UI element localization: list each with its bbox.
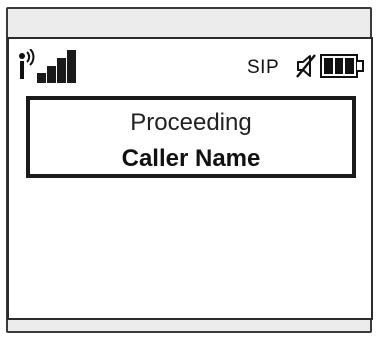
signal-bars-icon xyxy=(37,49,77,83)
battery-body xyxy=(320,54,358,78)
battery-icon xyxy=(320,54,366,80)
protocol-label: SIP xyxy=(247,57,280,78)
call-info-box: Proceeding Caller Name xyxy=(26,96,356,178)
call-status: Proceeding xyxy=(130,109,252,136)
battery-cell xyxy=(334,58,344,74)
signal-bar xyxy=(67,50,76,83)
signal-bar xyxy=(57,58,66,83)
battery-cell xyxy=(324,58,333,74)
status-bar: SIP xyxy=(9,39,371,87)
speaker-muted-icon xyxy=(296,54,316,78)
signal-bar xyxy=(47,66,56,83)
signal-bar xyxy=(37,73,46,83)
caller-name: Caller Name xyxy=(121,145,261,172)
battery-cell xyxy=(345,58,355,74)
battery-tip xyxy=(357,60,364,72)
lcd-screen: SIP Proceeding Caller Name xyxy=(7,37,373,320)
